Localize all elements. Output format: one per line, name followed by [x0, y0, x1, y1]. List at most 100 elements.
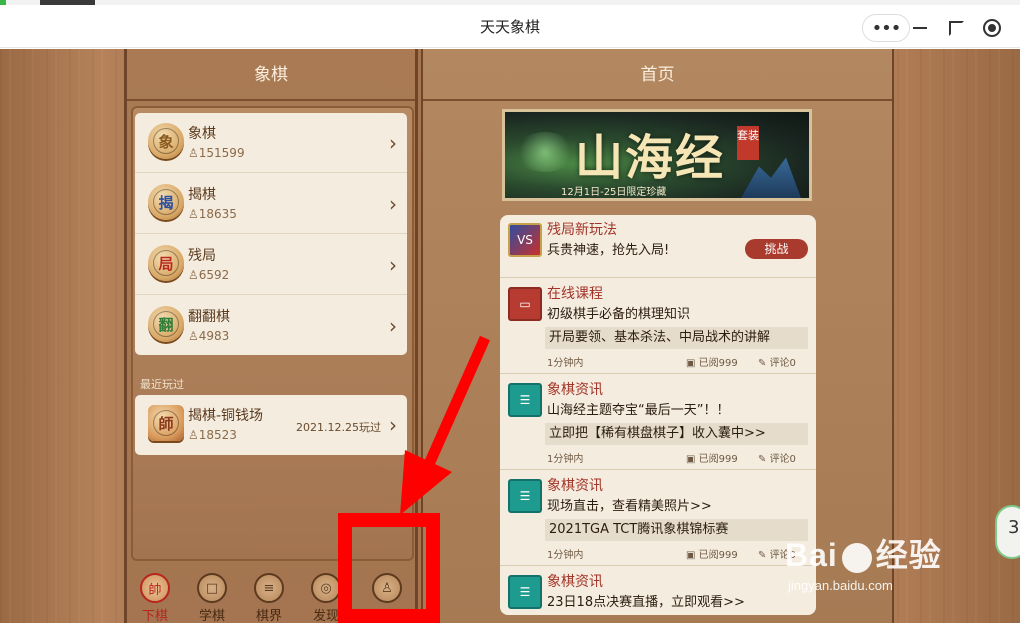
chevron-right-icon: › [389, 192, 397, 216]
challenge-button[interactable]: 挑战 [745, 239, 808, 259]
minimize-icon[interactable] [908, 16, 932, 40]
comment-icon: ✎ [758, 358, 770, 369]
player-count: ♙18635 [188, 207, 237, 221]
news-category: 象棋资讯 [547, 382, 603, 398]
news-title: 初级棋手必备的棋理知识 [547, 307, 691, 322]
news-icon: ☰ [508, 383, 542, 417]
game-row-jieqi[interactable]: 揭 揭棋 ♙18635 › [135, 174, 407, 234]
jieqi-piece-icon: 揭 [148, 184, 184, 220]
read-icon: ▣ [686, 454, 699, 465]
record-icon[interactable] [980, 16, 1004, 40]
nav-play[interactable]: 帥 下棋 [135, 573, 175, 623]
floating-widget[interactable]: 3 [995, 505, 1020, 559]
promo-banner[interactable]: 山海经 套装 12月1日-25日限定珍藏 [502, 109, 812, 201]
nav-label: 棋界 [255, 609, 282, 623]
watermark-brand: Bai 经验 [785, 537, 942, 573]
vs-icon: VS [508, 223, 542, 257]
annotation-box [338, 513, 440, 623]
game-name: 揭棋-铜钱场 [188, 408, 264, 424]
news-category: 象棋资讯 [547, 574, 603, 590]
baidu-watermark: Bai 经验 jingyan.baidu.com [785, 530, 942, 593]
news-time: 1分钟内 [547, 454, 584, 465]
person-icon: ♙ [188, 329, 199, 343]
recent-game-row[interactable]: 師 揭棋-铜钱场 ♙18523 2021.12.25玩过 › [135, 395, 407, 455]
comment-count: ✎ 评论0 [758, 454, 796, 465]
person-icon: ♙ [188, 207, 199, 221]
game-name: 揭棋 [188, 187, 216, 203]
nav-label: 学棋 [198, 609, 225, 623]
right-panel-title: 首页 [423, 49, 892, 101]
news-icon: ☰ [508, 575, 542, 609]
fanfanqi-piece-icon: 翻 [148, 306, 184, 342]
news-title: 现场直击，查看精美照片>> [547, 499, 712, 514]
read-count: ▣ 已阅999 [686, 550, 738, 561]
paw-icon [841, 542, 872, 573]
banner-seal: 套装 [737, 126, 759, 160]
news-title: 23日18点决赛直播，立即观看>> [547, 595, 745, 610]
news-item[interactable]: VS 残局新玩法 兵贵神速，抢先入局! 挑战 [500, 215, 816, 278]
shuai-icon: 帥 [140, 573, 170, 603]
news-category: 在线课程 [547, 286, 603, 302]
game-row-xiangqi[interactable]: 象 象棋 ♙151599 › [135, 113, 407, 173]
game-list: 象 象棋 ♙151599 › 揭 揭棋 ♙18635 › 局 残局 ♙6592 … [135, 113, 407, 355]
book-icon: □ [197, 573, 227, 603]
game-name: 翻翻棋 [188, 309, 230, 325]
player-count: ♙4983 [188, 329, 230, 343]
widget-number: 3 [1008, 517, 1020, 538]
news-item[interactable]: ▭ 在线课程 初级棋手必备的棋理知识 开局要领、基本杀法、中局战术的讲解 1分钟… [500, 279, 816, 374]
news-title: 兵贵神速，抢先入局! [547, 243, 670, 258]
news-time: 1分钟内 [547, 550, 584, 561]
more-icon[interactable]: ••• [862, 14, 910, 42]
read-icon: ▣ [686, 358, 699, 369]
read-count: ▣ 已阅999 [686, 358, 738, 369]
chevron-right-icon: › [389, 131, 397, 155]
annotation-arrow [400, 335, 491, 515]
comment-count: ✎ 评论0 [758, 358, 796, 369]
news-time: 1分钟内 [547, 358, 584, 369]
dragon-glow-image [515, 132, 575, 172]
player-count: ♙151599 [188, 146, 245, 160]
game-name: 残局 [188, 248, 216, 264]
person-icon: ♙ [188, 428, 199, 442]
chevron-right-icon: › [389, 253, 397, 277]
banner-title: 山海经 [575, 130, 726, 186]
last-played-date: 2021.12.25玩过 [296, 421, 381, 434]
news-feed: VS 残局新玩法 兵贵神速，抢先入局! 挑战 ▭ 在线课程 初级棋手必备的棋理知… [500, 215, 816, 615]
news-item[interactable]: ☰ 象棋资讯 山海经主题夺宝“最后一天”！！ 立即把【稀有棋盘棋子】收入囊中>>… [500, 375, 816, 470]
monitor-icon: ▭ [508, 287, 542, 321]
compass-icon: ◎ [311, 573, 341, 603]
read-count: ▣ 已阅999 [686, 454, 738, 465]
player-count: ♙6592 [188, 268, 230, 282]
person-icon: ♙ [188, 146, 199, 160]
recent-label: 最近玩过 [140, 378, 184, 391]
news-item[interactable]: ☰ 象棋资讯 23日18点决赛直播，立即观看>> [500, 567, 816, 615]
news-subtitle: 开局要领、基本杀法、中局战术的讲解 [545, 327, 808, 349]
news-category: 残局新玩法 [547, 222, 617, 238]
news-subtitle: 立即把【稀有棋盘棋子】收入囊中>> [545, 423, 808, 445]
canju-piece-icon: 局 [148, 245, 184, 281]
news-category: 象棋资讯 [547, 478, 603, 494]
game-name: 象棋 [188, 126, 216, 142]
person-icon: ♙ [188, 268, 199, 282]
nav-label: 下棋 [141, 609, 168, 623]
nav-learn[interactable]: □ 学棋 [192, 573, 232, 623]
game-row-canju[interactable]: 局 残局 ♙6592 › [135, 235, 407, 295]
nav-world[interactable]: ≡ 棋界 [249, 573, 289, 623]
shuai-piece-icon: 師 [148, 405, 184, 441]
restore-icon[interactable] [944, 16, 968, 40]
banner-subtitle: 12月1日-25日限定珍藏 [561, 187, 667, 198]
comment-icon: ✎ [758, 550, 770, 561]
news-icon: ☰ [508, 479, 542, 513]
news-title: 山海经主题夺宝“最后一天”！！ [547, 403, 730, 418]
title-bar: 天天象棋 ••• [0, 5, 1020, 48]
arrow-shaft [416, 335, 491, 483]
xiangqi-piece-icon: 象 [148, 123, 184, 159]
comment-icon: ✎ [758, 454, 770, 465]
game-row-fanfanqi[interactable]: 翻 翻翻棋 ♙4983 › [135, 296, 407, 356]
watermark-url: jingyan.baidu.com [788, 578, 893, 593]
read-icon: ▣ [686, 550, 699, 561]
left-panel-title: 象棋 [127, 49, 415, 101]
player-count: ♙18523 [188, 428, 237, 442]
news-subtitle: 2021TGA TCT腾讯象棋锦标赛 [545, 519, 808, 541]
news-item[interactable]: ☰ 象棋资讯 现场直击，查看精美照片>> 2021TGA TCT腾讯象棋锦标赛 … [500, 471, 816, 566]
